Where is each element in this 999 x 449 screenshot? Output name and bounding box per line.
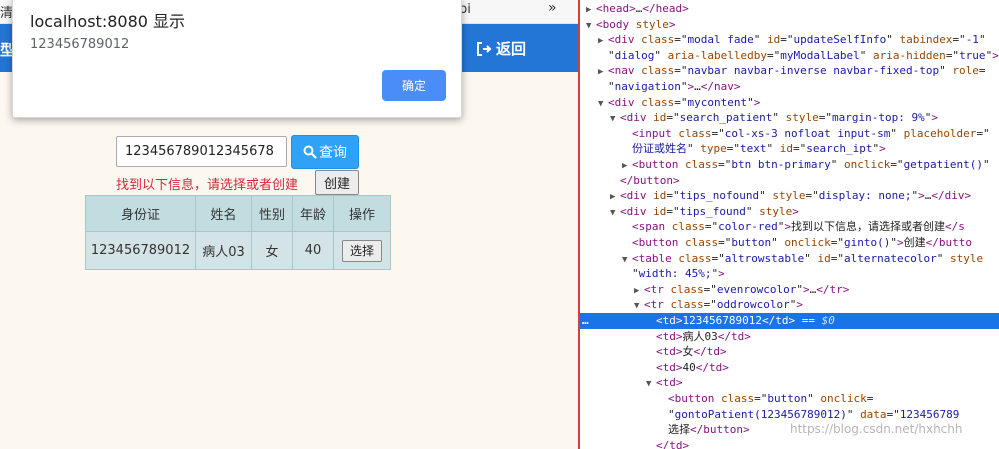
sign-out-icon bbox=[477, 41, 492, 56]
gender-cell: 女 bbox=[251, 231, 293, 270]
dom-tree-node[interactable]: "gontoPatient(123456789012)" data="12345… bbox=[580, 407, 999, 423]
search-button-label: 查询 bbox=[319, 145, 347, 161]
browser-viewport: 清 pi » 型 返回 查询 找到以下信息，请选择或者创建 创建 身份证 姓名 … bbox=[0, 0, 580, 449]
dom-tree-node[interactable]: </button> bbox=[580, 173, 999, 189]
dom-node-markup: <body style> bbox=[596, 17, 676, 31]
table-row: 123456789012 病人03 女 40 选择 bbox=[85, 231, 391, 270]
dom-tree-node[interactable]: ▶ <button class="btn btn-primary" onclick… bbox=[580, 157, 999, 173]
dom-node-markup: <td>女</td> bbox=[656, 345, 727, 359]
dom-node-markup: <span class="color-red">找到以下信息，请选择或者创建</… bbox=[632, 220, 965, 234]
search-button[interactable]: 查询 bbox=[291, 135, 359, 169]
dom-node-markup: <td>病人03</td> bbox=[656, 329, 751, 343]
dom-node-markup: <td>40</td> bbox=[656, 360, 729, 374]
column-header: 操作 bbox=[333, 195, 391, 232]
node-actions-icon[interactable]: … bbox=[582, 313, 589, 329]
dom-node-markup: <div id="search_patient" style="margin-t… bbox=[620, 111, 938, 125]
dom-node-markup: <button class="button" onclick="ginto()"… bbox=[632, 236, 972, 249]
dom-tree-node[interactable]: <td>123456789012</td> == $0 … bbox=[580, 313, 999, 329]
dom-node-markup: "gontoPatient(123456789012)" data="12345… bbox=[668, 407, 960, 421]
alert-message: 123456789012 bbox=[30, 37, 130, 52]
dom-tree-node[interactable]: ▶ <div id="tips_nofound" style="display: … bbox=[580, 188, 999, 204]
dom-tree-node[interactable]: ▼ <td> bbox=[580, 375, 999, 391]
ok-button[interactable]: 确定 bbox=[382, 70, 446, 101]
dom-tree-node[interactable]: ▼ <body style> bbox=[580, 17, 999, 33]
select-button[interactable]: 选择 bbox=[342, 239, 382, 262]
dom-tree-node[interactable]: <td>病人03</td> bbox=[580, 329, 999, 345]
back-button[interactable]: 返回 bbox=[476, 38, 526, 59]
column-header: 身份证 bbox=[85, 195, 196, 232]
dom-tree-node[interactable]: <button class="button" onclick= bbox=[580, 391, 999, 407]
dom-tree-node[interactable]: <span class="color-red">找到以下信息，请选择或者创建</… bbox=[580, 219, 999, 235]
dom-node-markup: <button class="button" onclick= bbox=[668, 392, 874, 405]
dom-tree-node[interactable]: </td> bbox=[580, 438, 999, 449]
dom-node-markup: "navigation">…</nav> bbox=[608, 80, 741, 93]
dom-tree-node[interactable]: <td>40</td> bbox=[580, 360, 999, 376]
dom-node-markup: 选择</button> bbox=[668, 423, 750, 437]
dom-tree-node[interactable]: <button class="button" onclick="ginto()"… bbox=[580, 235, 999, 251]
dom-node-markup: <tr class="evenrowcolor">…</tr> bbox=[644, 282, 850, 296]
column-header: 性别 bbox=[251, 195, 293, 232]
dom-tree-node[interactable]: "width: 45%;"> bbox=[580, 266, 999, 282]
dom-node-markup: <div class="modal fade" id="updateSelfIn… bbox=[608, 33, 986, 47]
dom-node-markup: <td>123456789012</td> == $0 bbox=[656, 314, 835, 327]
dom-tree-node[interactable]: ▼ <table class="altrowstable" id="alterna… bbox=[580, 251, 999, 267]
search-input[interactable] bbox=[116, 136, 287, 167]
dom-tree-node[interactable]: "navigation">…</nav> bbox=[580, 79, 999, 95]
action-cell: 选择 bbox=[333, 231, 391, 270]
table-header-row: 身份证 姓名 性别 年龄 操作 bbox=[85, 195, 391, 232]
more-tabs-button[interactable]: » bbox=[548, 0, 557, 16]
name-cell: 病人03 bbox=[195, 231, 252, 270]
dom-tree-node[interactable]: ▼ <div id="tips_found" style> bbox=[580, 204, 999, 220]
dom-node-markup: <head>…</head> bbox=[596, 2, 689, 15]
dom-node-markup: </td> bbox=[656, 438, 690, 449]
dom-node-markup: <div class="mycontent"> bbox=[608, 95, 761, 109]
back-button-label: 返回 bbox=[496, 40, 527, 58]
dom-node-markup: <tr class="oddrowcolor"> bbox=[644, 298, 803, 312]
dom-tree-node[interactable]: ▶ <tr class="evenrowcolor">…</tr> bbox=[580, 282, 999, 298]
dom-tree-node[interactable]: ▼ <tr class="oddrowcolor"> bbox=[580, 297, 999, 313]
dom-node-markup: 份证或姓名" type="text" id="search_ipt"> bbox=[632, 142, 886, 156]
dom-node-markup: <nav class="navbar navbar-inverse navbar… bbox=[608, 64, 986, 78]
dom-tree-node[interactable]: ▼ <div class="mycontent"> bbox=[580, 95, 999, 111]
alert-title: localhost:8080 显示 bbox=[30, 12, 186, 31]
dom-tree-node[interactable]: <input class="col-xs-3 nofloat input-sm"… bbox=[580, 126, 999, 142]
dom-tree-node[interactable]: ▶ <nav class="navbar navbar-inverse navba… bbox=[580, 63, 999, 79]
found-message: 找到以下信息，请选择或者创建 bbox=[116, 178, 299, 193]
dom-tree-node[interactable]: 份证或姓名" type="text" id="search_ipt"> bbox=[580, 141, 999, 157]
devtools-elements-panel: ▶ <head>…</head> ▼ <body style> ▶ <div class=… bbox=[580, 0, 999, 449]
dom-node-markup: <td> bbox=[656, 376, 683, 390]
dom-tree-node[interactable]: "dialog" aria-labelledby="myModalLabel" … bbox=[580, 48, 999, 64]
dom-node-markup: "dialog" aria-labelledby="myModalLabel" … bbox=[608, 48, 999, 62]
column-header: 姓名 bbox=[195, 195, 252, 232]
id-cell: 123456789012 bbox=[85, 231, 196, 270]
watermark: https://blog.csdn.net/hxhchh bbox=[790, 422, 963, 436]
dom-tree-node[interactable]: ▶ <div class="modal fade" id="updateSelfI… bbox=[580, 32, 999, 48]
age-cell: 40 bbox=[292, 231, 334, 270]
dom-node-markup: <table class="altrowstable" id="alternat… bbox=[632, 251, 984, 265]
result-table: 身份证 姓名 性别 年龄 操作 123456789012 病人03 女 40 选… bbox=[85, 195, 391, 270]
dom-node-markup: <button class="btn btn-primary" onclick=… bbox=[632, 158, 990, 171]
dom-node-markup: "width: 45%;"> bbox=[632, 267, 725, 281]
search-icon bbox=[303, 145, 317, 159]
dom-node-markup: <input class="col-xs-3 nofloat input-sm"… bbox=[632, 126, 990, 140]
dom-node-markup: </button> bbox=[620, 173, 680, 187]
alert-dialog: localhost:8080 显示 123456789012 确定 bbox=[12, 0, 462, 118]
column-header: 年龄 bbox=[292, 195, 334, 232]
create-button[interactable]: 创建 bbox=[315, 170, 359, 195]
dom-node-markup: <div id="tips_nofound" style="display: n… bbox=[620, 189, 972, 203]
dom-tree-node[interactable]: ▼ <div id="search_patient" style="margin-… bbox=[580, 110, 999, 126]
dom-node-markup: <div id="tips_found" style> bbox=[620, 204, 799, 218]
dom-tree-node[interactable]: ▶ <head>…</head> bbox=[580, 1, 999, 17]
dom-tree-node[interactable]: <td>女</td> bbox=[580, 344, 999, 360]
